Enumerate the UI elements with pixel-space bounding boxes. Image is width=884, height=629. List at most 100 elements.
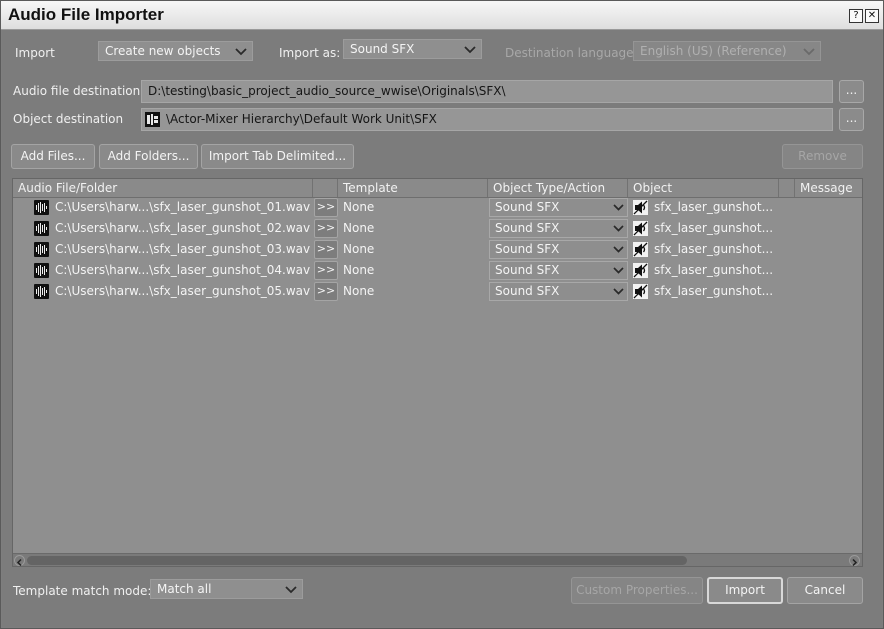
object-destination-field[interactable]: \Actor-Mixer Hierarchy\Default Work Unit… — [141, 108, 833, 131]
audio-file-icon — [34, 242, 49, 257]
audio-destination-label: Audio file destination — [13, 84, 141, 98]
sound-sfx-icon — [633, 263, 648, 278]
column-object[interactable]: Object — [628, 179, 779, 197]
remove-button[interactable]: Remove — [782, 144, 863, 169]
object-name: sfx_laser_gunshot... — [654, 200, 774, 214]
chevron-down-icon — [613, 288, 624, 295]
column-spacer — [313, 179, 338, 197]
add-files-button[interactable]: Add Files... — [11, 144, 95, 169]
import-label: Import — [15, 46, 55, 60]
object-type-dropdown[interactable]: Sound SFX — [489, 198, 628, 217]
destination-language-dropdown[interactable]: English (US) (Reference) — [633, 41, 821, 61]
import-as-dropdown[interactable]: Sound SFX — [343, 39, 482, 59]
chevron-down-icon — [235, 48, 247, 56]
chevron-down-icon — [803, 48, 815, 56]
object-type-dropdown[interactable]: Sound SFX — [489, 261, 628, 280]
object-name: sfx_laser_gunshot... — [654, 242, 774, 256]
table-row[interactable]: C:\Users\harw...\sfx_laser_gunshot_03.wa… — [13, 239, 862, 260]
object-name: sfx_laser_gunshot... — [654, 221, 774, 235]
file-path: C:\Users\harw...\sfx_laser_gunshot_04.wa… — [55, 263, 311, 277]
window-title: Audio File Importer — [8, 5, 164, 24]
cancel-button[interactable]: Cancel — [787, 577, 863, 604]
object-destination-value: \Actor-Mixer Hierarchy\Default Work Unit… — [166, 112, 437, 126]
template-match-label: Template match mode: — [13, 584, 152, 598]
scroll-thumb[interactable] — [27, 556, 687, 565]
table-row[interactable]: C:\Users\harw...\sfx_laser_gunshot_04.wa… — [13, 260, 862, 281]
expand-button[interactable]: >> — [314, 219, 338, 238]
import-button[interactable]: Import — [707, 577, 783, 604]
help-button[interactable]: ? — [849, 9, 863, 23]
sound-sfx-icon — [633, 284, 648, 299]
destination-language-value: English (US) (Reference) — [640, 44, 787, 58]
audio-destination-field[interactable]: D:\testing\basic_project_audio_source_ww… — [141, 80, 833, 103]
table-row[interactable]: C:\Users\harw...\sfx_laser_gunshot_02.wa… — [13, 218, 862, 239]
template-value: None — [343, 242, 375, 256]
column-audio-file[interactable]: Audio File/Folder — [13, 179, 313, 197]
table-row[interactable]: C:\Users\harw...\sfx_laser_gunshot_01.wa… — [13, 197, 862, 218]
template-match-dropdown[interactable]: Match all — [150, 579, 303, 599]
audio-file-icon — [34, 263, 49, 278]
browse-audio-destination-button[interactable]: ... — [839, 80, 864, 103]
column-object-type[interactable]: Object Type/Action — [488, 179, 628, 197]
sound-sfx-icon — [633, 200, 648, 215]
object-type-value: Sound SFX — [495, 263, 560, 277]
browse-object-destination-button[interactable]: ... — [839, 108, 864, 131]
object-type-value: Sound SFX — [495, 242, 560, 256]
object-type-value: Sound SFX — [495, 200, 560, 214]
chevron-down-icon — [464, 46, 476, 54]
column-spacer — [779, 179, 795, 197]
scroll-left-button[interactable] — [14, 555, 25, 566]
audio-file-importer-window: Audio File Importer ? ✕ Import Create ne… — [0, 0, 884, 629]
import-mode-value: Create new objects — [105, 44, 221, 58]
file-path: C:\Users\harw...\sfx_laser_gunshot_02.wa… — [55, 221, 311, 235]
import-tab-delimited-button[interactable]: Import Tab Delimited... — [201, 144, 354, 169]
expand-button[interactable]: >> — [314, 198, 338, 217]
table-row[interactable]: C:\Users\harw...\sfx_laser_gunshot_05.wa… — [13, 281, 862, 302]
file-path: C:\Users\harw...\sfx_laser_gunshot_01.wa… — [55, 200, 311, 214]
object-name: sfx_laser_gunshot... — [654, 284, 774, 298]
dialog-body: Import Create new objects Import as: Sou… — [2, 30, 882, 627]
work-unit-icon — [145, 112, 160, 127]
object-name: sfx_laser_gunshot... — [654, 263, 774, 277]
chevron-down-icon — [613, 225, 624, 232]
object-destination-label: Object destination — [13, 112, 124, 126]
template-value: None — [343, 284, 375, 298]
object-type-value: Sound SFX — [495, 221, 560, 235]
template-value: None — [343, 263, 375, 277]
audio-file-icon — [34, 221, 49, 236]
expand-button[interactable]: >> — [314, 261, 338, 280]
chevron-down-icon — [613, 246, 624, 253]
sound-sfx-icon — [633, 221, 648, 236]
column-message[interactable]: Message — [795, 179, 862, 197]
list-header: Audio File/Folder Template Object Type/A… — [13, 179, 862, 198]
template-value: None — [343, 221, 375, 235]
expand-button[interactable]: >> — [314, 240, 338, 259]
template-value: None — [343, 200, 375, 214]
import-mode-dropdown[interactable]: Create new objects — [98, 41, 253, 61]
chevron-right-icon — [852, 558, 858, 566]
import-as-label: Import as: — [279, 46, 341, 60]
audio-file-list[interactable]: Audio File/Folder Template Object Type/A… — [12, 178, 863, 567]
expand-button[interactable]: >> — [314, 282, 338, 301]
template-match-value: Match all — [157, 582, 212, 596]
column-template[interactable]: Template — [338, 179, 488, 197]
file-path: C:\Users\harw...\sfx_laser_gunshot_03.wa… — [55, 242, 311, 256]
import-as-value: Sound SFX — [350, 42, 415, 56]
audio-file-icon — [34, 284, 49, 299]
sound-sfx-icon — [633, 242, 648, 257]
object-type-dropdown[interactable]: Sound SFX — [489, 240, 628, 259]
object-type-value: Sound SFX — [495, 284, 560, 298]
destination-language-label: Destination language: — [505, 46, 638, 60]
file-path: C:\Users\harw...\sfx_laser_gunshot_05.wa… — [55, 284, 311, 298]
object-type-dropdown[interactable]: Sound SFX — [489, 282, 628, 301]
title-bar: Audio File Importer ? ✕ — [1, 1, 883, 30]
audio-file-icon — [34, 200, 49, 215]
add-folders-button[interactable]: Add Folders... — [99, 144, 198, 169]
scroll-right-button[interactable] — [849, 555, 860, 566]
chevron-down-icon — [613, 204, 624, 211]
close-button[interactable]: ✕ — [865, 9, 879, 23]
custom-properties-button[interactable]: Custom Properties... — [571, 577, 703, 604]
chevron-down-icon — [285, 586, 297, 594]
object-type-dropdown[interactable]: Sound SFX — [489, 219, 628, 238]
horizontal-scrollbar[interactable] — [13, 553, 862, 566]
